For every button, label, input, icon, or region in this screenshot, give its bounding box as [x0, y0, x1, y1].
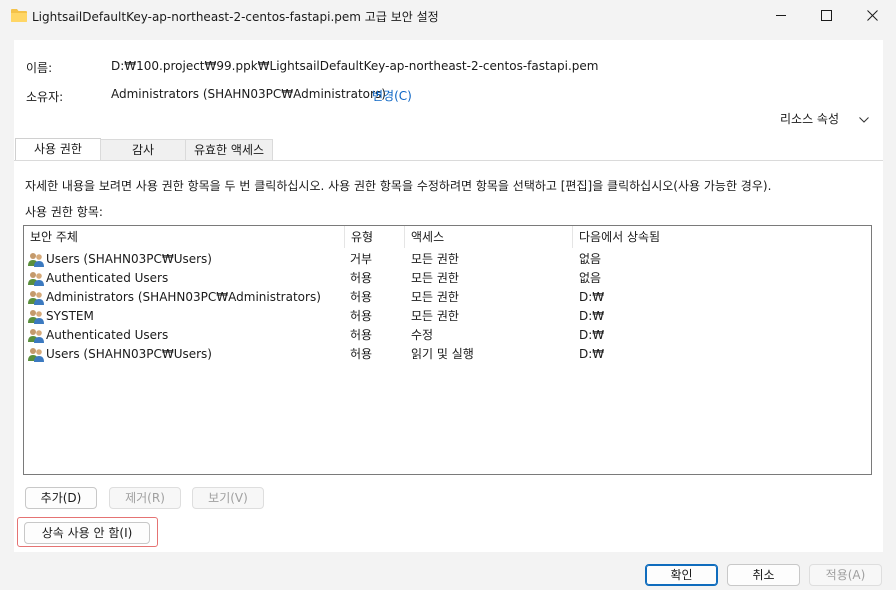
row-inherited: 없음	[579, 271, 602, 285]
table-row[interactable]: Users (SHAHN03PC₩Users) 거부 모든 권한 없음	[24, 250, 871, 269]
name-label: 이름:	[26, 61, 53, 75]
close-button[interactable]	[850, 0, 895, 30]
instruction-text: 자세한 내용을 보려면 사용 권한 항목을 두 번 클릭하십시오. 사용 권한 …	[25, 179, 772, 193]
security-settings-panel: 이름: D:₩100.project₩99.ppk₩LightsailDefau…	[14, 40, 883, 552]
disable-inheritance-button[interactable]: 상속 사용 안 함(I)	[24, 522, 150, 544]
users-icon	[28, 290, 44, 308]
name-value[interactable]: D:₩100.project₩99.ppk₩LightsailDefaultKe…	[111, 59, 599, 73]
permission-entries-list[interactable]: 보안 주체 유형 액세스 다음에서 상속됨 Users (SHAHN03PC₩U…	[23, 225, 872, 475]
row-inherited: D:₩	[579, 309, 605, 323]
row-access: 모든 권한	[411, 252, 459, 266]
row-access: 읽기 및 실행	[411, 347, 474, 361]
row-principal: Authenticated Users	[46, 271, 169, 285]
add-button[interactable]: 추가(D)	[25, 487, 97, 509]
column-header-principal[interactable]: 보안 주체	[24, 226, 345, 248]
change-owner-link[interactable]: 변경(C)	[372, 87, 412, 104]
tab-permissions[interactable]: 사용 권한	[15, 138, 101, 161]
ok-button[interactable]: 확인	[645, 564, 718, 586]
chevron-down-icon[interactable]	[859, 112, 869, 126]
row-type: 허용	[350, 290, 373, 304]
users-icon	[28, 328, 44, 346]
apply-button[interactable]: 적용(A)	[809, 564, 882, 586]
folder-icon	[11, 8, 27, 25]
users-icon	[28, 271, 44, 289]
title-bar: LightsailDefaultKey-ap-northeast-2-cento…	[0, 0, 896, 32]
row-access: 모든 권한	[411, 290, 459, 304]
table-row[interactable]: Authenticated Users 허용 수정 D:₩	[24, 326, 871, 345]
column-header-inherited[interactable]: 다음에서 상속됨	[573, 226, 871, 248]
row-inherited: D:₩	[579, 328, 605, 342]
table-row[interactable]: Users (SHAHN03PC₩Users) 허용 읽기 및 실행 D:₩	[24, 345, 871, 364]
remove-button[interactable]: 제거(R)	[109, 487, 181, 509]
row-type: 허용	[350, 347, 373, 361]
row-access: 모든 권한	[411, 271, 459, 285]
minimize-button[interactable]	[758, 0, 803, 30]
row-access: 모든 권한	[411, 309, 459, 323]
owner-value: Administrators (SHAHN03PC₩Administrators…	[111, 87, 386, 101]
users-icon	[28, 347, 44, 365]
row-inherited: D:₩	[579, 290, 605, 304]
row-principal: Users (SHAHN03PC₩Users)	[46, 347, 212, 361]
users-icon	[28, 252, 44, 270]
tab-divider	[14, 160, 883, 161]
table-row[interactable]: SYSTEM 허용 모든 권한 D:₩	[24, 307, 871, 326]
tab-auditing[interactable]: 감사	[100, 139, 186, 160]
row-type: 허용	[350, 271, 373, 285]
row-principal: Users (SHAHN03PC₩Users)	[46, 252, 212, 266]
tab-effective-access[interactable]: 유효한 액세스	[185, 139, 273, 160]
table-row[interactable]: Authenticated Users 허용 모든 권한 없음	[24, 269, 871, 288]
owner-label: 소유자:	[26, 90, 64, 104]
row-principal: Authenticated Users	[46, 328, 169, 342]
maximize-button[interactable]	[804, 0, 849, 30]
column-header-type[interactable]: 유형	[345, 226, 405, 248]
table-row[interactable]: Administrators (SHAHN03PC₩Administrators…	[24, 288, 871, 307]
row-inherited: 없음	[579, 252, 602, 266]
view-button[interactable]: 보기(V)	[192, 487, 264, 509]
row-access: 수정	[411, 328, 434, 342]
cancel-button[interactable]: 취소	[727, 564, 800, 586]
window-title: LightsailDefaultKey-ap-northeast-2-cento…	[32, 10, 439, 24]
row-type: 거부	[350, 252, 373, 266]
users-icon	[28, 309, 44, 327]
row-inherited: D:₩	[579, 347, 605, 361]
row-principal: SYSTEM	[46, 309, 94, 323]
resource-properties-label[interactable]: 리소스 속성	[780, 110, 839, 127]
row-type: 허용	[350, 328, 373, 342]
row-type: 허용	[350, 309, 373, 323]
column-header-access[interactable]: 액세스	[405, 226, 573, 248]
entries-label: 사용 권한 항목:	[25, 205, 103, 219]
row-principal: Administrators (SHAHN03PC₩Administrators…	[46, 290, 321, 304]
